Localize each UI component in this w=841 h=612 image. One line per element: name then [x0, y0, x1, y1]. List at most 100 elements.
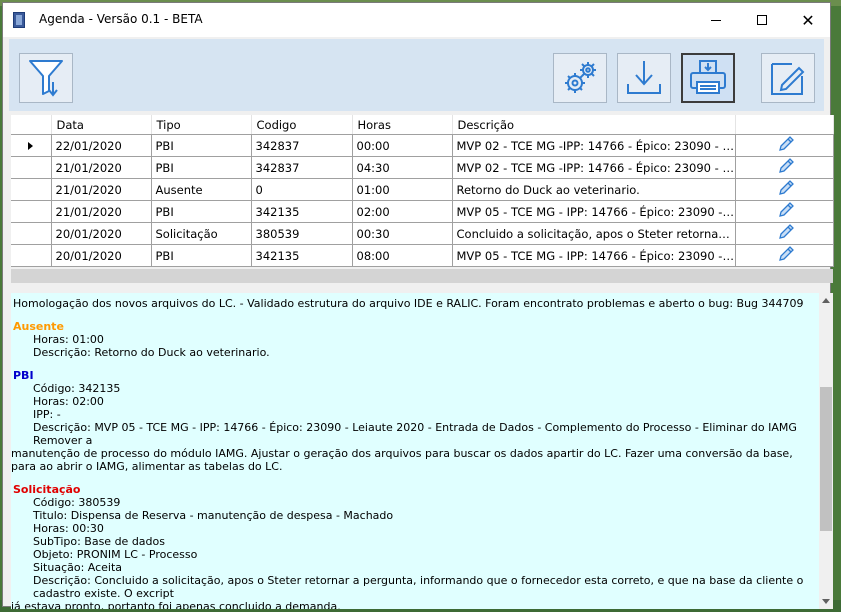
- column-header-data[interactable]: Data: [51, 115, 152, 135]
- pencil-icon: [779, 202, 794, 217]
- table-row[interactable]: 22/01/2020 PBI 342837 00:00 MVP 02 - TCE MG …: [11, 134, 834, 157]
- cell-data[interactable]: 21/01/2020: [51, 178, 152, 201]
- details-line: Descrição: MVP 05 - TCE MG - IPP: 14766 …: [33, 421, 797, 447]
- cell-codigo[interactable]: 342135: [251, 200, 353, 223]
- cell-descricao[interactable]: Retorno do Duck ao veterinario.: [452, 178, 736, 201]
- scroll-down-icon[interactable]: [822, 599, 830, 604]
- row-selector[interactable]: [11, 178, 52, 201]
- edit-button[interactable]: [761, 53, 815, 103]
- details-section-title: Ausente: [13, 320, 64, 333]
- gears-icon: [565, 62, 596, 93]
- column-header-descricao[interactable]: Descrição: [452, 115, 736, 135]
- print-button[interactable]: [681, 53, 735, 103]
- details-line: Titulo: Dispensa de Reserva - manutenção…: [33, 509, 394, 522]
- cell-descricao[interactable]: MVP 02 - TCE MG -IPP: 14766 - Épico: 230…: [452, 134, 736, 157]
- details-line-continuation: manutenção de processo do módulo IAMG. A…: [11, 447, 793, 473]
- cell-descricao[interactable]: MVP 05 - TCE MG - IPP: 14766 - Épico: 23…: [452, 200, 736, 223]
- settings-button[interactable]: [553, 53, 607, 103]
- cell-tipo[interactable]: PBI: [151, 244, 252, 267]
- details-line: Código: 342135: [33, 382, 121, 395]
- window-title: Agenda - Versão 0.1 - BETA: [39, 12, 203, 26]
- pencil-icon: [779, 224, 794, 239]
- table-row[interactable]: 20/01/2020 Solicitação 380539 00:30 Concluid…: [11, 222, 834, 245]
- details-scrollbar[interactable]: [819, 293, 833, 609]
- cell-horas[interactable]: 08:00: [352, 244, 453, 267]
- row-selector[interactable]: [11, 244, 52, 267]
- pencil-icon: [779, 180, 794, 195]
- cell-descricao[interactable]: Concluido a solicitação, apos o Steter r…: [452, 222, 736, 245]
- cell-tipo[interactable]: Solicitação: [151, 222, 252, 245]
- table-row[interactable]: 21/01/2020 Ausente 0 01:00 Retorno do Duck a…: [11, 178, 834, 201]
- cell-tipo[interactable]: PBI: [151, 200, 252, 223]
- column-header-tipo[interactable]: Tipo: [151, 115, 252, 135]
- details-line: Objeto: PRONIM LC - Processo: [33, 548, 198, 561]
- cell-descricao[interactable]: MVP 02 - TCE MG -IPP: 14766 - Épico: 230…: [452, 156, 736, 179]
- grid-footer-bar: [11, 269, 833, 283]
- title-bar[interactable]: Agenda - Versão 0.1 - BETA ✕: [3, 3, 830, 37]
- table-row[interactable]: 21/01/2020 PBI 342135 02:00 MVP 05 - TCE MG …: [11, 200, 834, 223]
- toolbar: [9, 39, 824, 111]
- details-line: Descrição: Concluido a solicitação, apos…: [33, 574, 804, 600]
- details-line: Horas: 01:00: [33, 333, 104, 346]
- app-notebook-icon: [13, 12, 25, 28]
- cell-horas[interactable]: 04:30: [352, 156, 453, 179]
- row-edit-button[interactable]: [735, 244, 834, 267]
- row-edit-button[interactable]: [735, 222, 834, 245]
- row-selector[interactable]: [11, 134, 52, 157]
- edit-icon: [771, 63, 805, 95]
- cell-data[interactable]: 22/01/2020: [51, 134, 152, 157]
- cell-horas[interactable]: 00:30: [352, 222, 453, 245]
- cell-data[interactable]: 21/01/2020: [51, 156, 152, 179]
- pencil-icon: [779, 158, 794, 173]
- cell-tipo[interactable]: PBI: [151, 156, 252, 179]
- row-selector[interactable]: [11, 156, 52, 179]
- maximize-button[interactable]: [739, 3, 785, 37]
- row-edit-button[interactable]: [735, 200, 834, 223]
- row-edit-button[interactable]: [735, 178, 834, 201]
- cell-data[interactable]: 20/01/2020: [51, 244, 152, 267]
- row-selector[interactable]: [11, 222, 52, 245]
- details-sections: Ausente Horas: 01:00 Descrição: Retorno do…: [11, 320, 819, 609]
- cell-data[interactable]: 21/01/2020: [51, 200, 152, 223]
- filter-button[interactable]: [19, 53, 73, 103]
- details-line: Horas: 02:00: [33, 395, 104, 408]
- details-section-title: PBI: [13, 369, 34, 382]
- details-line: Situação: Aceita: [33, 561, 123, 574]
- maximize-icon: [757, 15, 767, 25]
- printer-icon: [690, 60, 726, 94]
- cell-codigo[interactable]: 342837: [251, 134, 353, 157]
- agenda-window: Agenda - Versão 0.1 - BETA ✕ Data Tipo C…: [2, 2, 834, 609]
- row-edit-button[interactable]: [735, 156, 834, 179]
- details-line: Descrição: Retorno do Duck ao veterinari…: [33, 346, 270, 359]
- details-line-continuation: já estava pronto, portanto foi apenas co…: [11, 600, 341, 609]
- cell-descricao[interactable]: MVP 05 - TCE MG - IPP: 14766 - Épico: 23…: [452, 244, 736, 267]
- cell-tipo[interactable]: PBI: [151, 134, 252, 157]
- details-panel[interactable]: Homologação dos novos arquivos do LC. - …: [11, 293, 819, 609]
- close-button[interactable]: ✕: [785, 3, 831, 37]
- minimize-button[interactable]: [693, 3, 739, 37]
- cell-codigo[interactable]: 380539: [251, 222, 353, 245]
- column-header-codigo[interactable]: Codigo: [251, 115, 353, 135]
- row-selector[interactable]: [11, 200, 52, 223]
- cell-horas[interactable]: 01:00: [352, 178, 453, 201]
- row-edit-button[interactable]: [735, 134, 834, 157]
- download-button[interactable]: [617, 53, 671, 103]
- agenda-table: Data Tipo Codigo Horas Descrição 22/01/2…: [11, 115, 834, 267]
- cell-codigo[interactable]: 0: [251, 178, 353, 201]
- details-line: SubTipo: Base de dados: [33, 535, 165, 548]
- cell-horas[interactable]: 02:00: [352, 200, 453, 223]
- details-intro: Homologação dos novos arquivos do LC. - …: [13, 297, 804, 310]
- agenda-grid: Data Tipo Codigo Horas Descrição 22/01/2…: [11, 115, 834, 267]
- cell-data[interactable]: 20/01/2020: [51, 222, 152, 245]
- filter-icon: [29, 60, 63, 97]
- cell-tipo[interactable]: Ausente: [151, 178, 252, 201]
- scroll-thumb[interactable]: [820, 387, 832, 531]
- column-header-horas[interactable]: Horas: [352, 115, 453, 135]
- cell-codigo[interactable]: 342135: [251, 244, 353, 267]
- table-row[interactable]: 20/01/2020 PBI 342135 08:00 MVP 05 - TCE MG …: [11, 244, 834, 267]
- cell-horas[interactable]: 00:00: [352, 134, 453, 157]
- scroll-up-icon[interactable]: [822, 298, 830, 303]
- pencil-icon: [779, 246, 794, 261]
- table-row[interactable]: 21/01/2020 PBI 342837 04:30 MVP 02 - TCE MG …: [11, 156, 834, 179]
- cell-codigo[interactable]: 342837: [251, 156, 353, 179]
